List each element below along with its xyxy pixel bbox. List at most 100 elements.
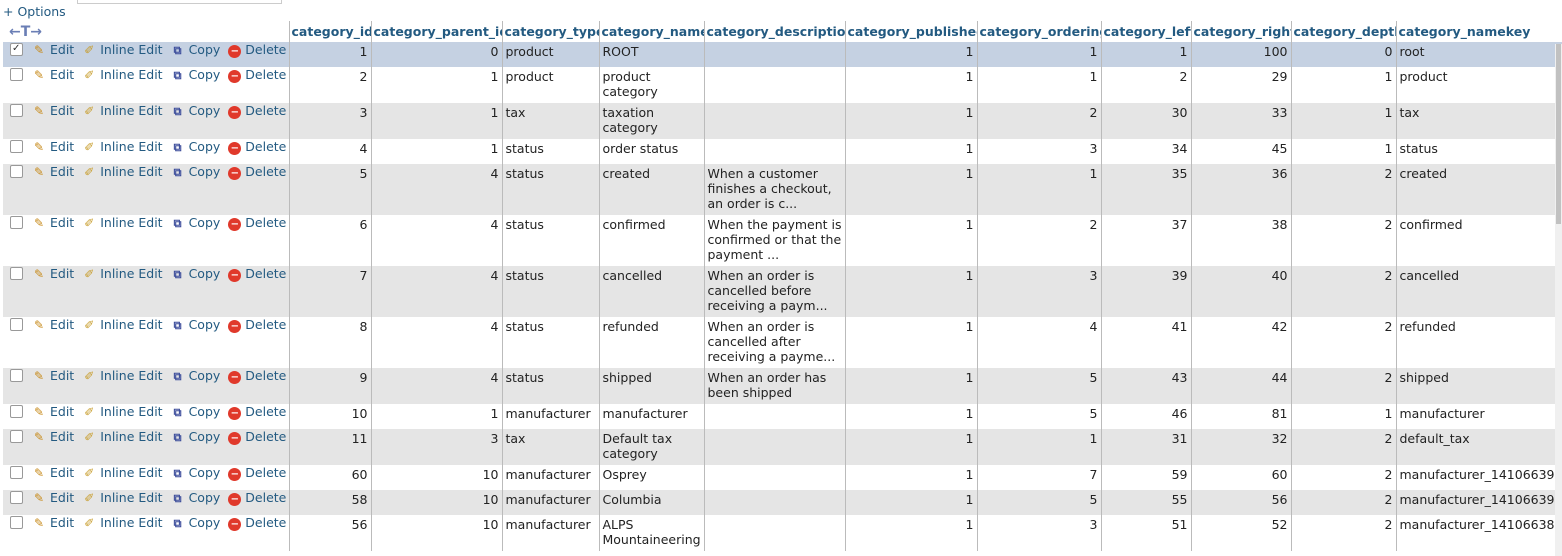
cell-category-type[interactable]: manufacturer	[501, 515, 599, 551]
cell-category-ordering[interactable]: 2	[976, 215, 1101, 266]
cell-category-left[interactable]: 59	[1100, 465, 1191, 490]
cell-category-type[interactable]: product	[501, 67, 599, 103]
cell-category-parent-id[interactable]: 3	[370, 429, 502, 465]
cell-category-id[interactable]: 4	[288, 139, 371, 164]
cell-category-id[interactable]: 3	[288, 103, 371, 139]
cell-category-description[interactable]	[703, 404, 845, 429]
copy-link[interactable]: ⧉ Copy	[171, 515, 221, 530]
cell-category-depth[interactable]: 2	[1290, 515, 1396, 551]
edit-link[interactable]: ✎ Edit	[32, 103, 74, 118]
row-checkbox[interactable]	[10, 42, 23, 56]
table-row[interactable]: ✎Edit✐Inline Edit⧉Copy−Delete10productRO…	[3, 42, 1562, 67]
cell-category-type[interactable]: status	[501, 164, 599, 215]
cell-category-ordering[interactable]: 5	[976, 490, 1101, 515]
cell-category-description[interactable]: When the payment is confirmed or that th…	[703, 215, 845, 266]
row-checkbox[interactable]	[10, 466, 23, 479]
table-row[interactable]: ✎ Edit ✐ Inline Edit ⧉ Copy − Delete 60 10 manufac…	[3, 465, 1562, 490]
cell-category-published[interactable]: 1	[844, 429, 977, 465]
cell-category-name[interactable]: created	[598, 164, 704, 215]
cell-category-ordering[interactable]: 7	[976, 465, 1101, 490]
column-header-category-id[interactable]: category_id	[288, 21, 371, 42]
row-checkbox[interactable]	[10, 267, 23, 280]
cell-category-left[interactable]: 43	[1100, 368, 1191, 404]
cell-category-namekey[interactable]: manufacturer_1410663924	[1395, 490, 1562, 515]
row-checkbox[interactable]	[10, 516, 23, 529]
scrollbar-thumb[interactable]	[1556, 44, 1561, 224]
column-header-category-name[interactable]: category_name	[598, 21, 704, 42]
edit-link[interactable]: ✎ Edit	[32, 215, 74, 230]
cell-category-id[interactable]: 1	[288, 42, 371, 67]
cell-category-ordering[interactable]: 3	[976, 266, 1101, 317]
edit-link[interactable]: ✎ Edit	[32, 429, 74, 444]
inline-edit-link[interactable]: ✐ Inline Edit	[82, 139, 162, 154]
copy-link[interactable]: ⧉ Copy	[171, 215, 221, 230]
inline-edit-link[interactable]: ✐ Inline Edit	[82, 465, 162, 480]
column-header-category-ordering[interactable]: category_ordering	[976, 21, 1101, 42]
row-checkbox[interactable]	[10, 104, 23, 117]
cell-category-namekey[interactable]: confirmed	[1395, 215, 1562, 266]
inline-edit-link[interactable]: ✐ Inline Edit	[82, 404, 162, 419]
cell-category-name[interactable]: product category	[598, 67, 704, 103]
cell-category-depth[interactable]: 2	[1290, 317, 1396, 368]
copy-link[interactable]: ⧉ Copy	[171, 317, 221, 332]
cell-category-left[interactable]: 46	[1100, 404, 1191, 429]
cell-category-published[interactable]: 1	[844, 404, 977, 429]
table-row[interactable]: ✎ Edit ✐ Inline Edit ⧉ Copy − Delete 2 1 product pr…	[3, 67, 1562, 103]
cell-category-parent-id[interactable]: 4	[370, 215, 502, 266]
delete-link[interactable]: − Delete	[228, 67, 286, 83]
edit-link[interactable]: ✎ Edit	[32, 404, 74, 419]
table-row[interactable]: ✎ Edit ✐ Inline Edit ⧉ Copy − Delete 11 3 tax Defau…	[3, 429, 1562, 465]
cell-category-description[interactable]	[703, 490, 845, 515]
cell-category-right[interactable]: 29	[1190, 67, 1291, 103]
column-header-category-depth[interactable]: category_depth	[1290, 21, 1396, 42]
cell-category-right[interactable]: 32	[1190, 429, 1291, 465]
cell-category-namekey[interactable]: default_tax	[1395, 429, 1562, 465]
column-arrows[interactable]: ←T→	[3, 21, 289, 42]
cell-category-depth[interactable]: 2	[1290, 490, 1396, 515]
cell-category-name[interactable]: shipped	[598, 368, 704, 404]
cell-category-ordering[interactable]: 1	[976, 67, 1101, 103]
cell-category-left[interactable]: 34	[1100, 139, 1191, 164]
inline-edit-link[interactable]: ✐ Inline Edit	[82, 42, 162, 57]
cell-category-name[interactable]: Default tax category	[598, 429, 704, 465]
delete-link[interactable]: − Delete	[228, 42, 286, 58]
cell-category-published[interactable]: 1	[844, 515, 977, 551]
cell-category-published[interactable]: 1	[844, 67, 977, 103]
cell-category-right[interactable]: 44	[1190, 368, 1291, 404]
cell-category-type[interactable]: manufacturer	[501, 465, 599, 490]
cell-category-id[interactable]: 9	[288, 368, 371, 404]
cell-category-parent-id[interactable]: 1	[370, 103, 502, 139]
cell-category-depth[interactable]: 0	[1290, 42, 1396, 67]
delete-link[interactable]: − Delete	[228, 368, 286, 384]
cell-category-depth[interactable]: 1	[1290, 139, 1396, 164]
cell-category-description[interactable]	[703, 429, 845, 465]
row-checkbox[interactable]	[10, 68, 23, 81]
cell-category-description[interactable]	[703, 42, 845, 67]
cell-category-id[interactable]: 2	[288, 67, 371, 103]
cell-category-description[interactable]: When a customer finishes a checkout, an …	[703, 164, 845, 215]
cell-category-namekey[interactable]: manufacturer_1410663950	[1395, 465, 1562, 490]
cell-category-depth[interactable]: 2	[1290, 368, 1396, 404]
cell-category-name[interactable]: order status	[598, 139, 704, 164]
column-header-category-type[interactable]: category_type	[501, 21, 599, 42]
cell-category-right[interactable]: 56	[1190, 490, 1291, 515]
cell-category-right[interactable]: 33	[1190, 103, 1291, 139]
cell-category-namekey[interactable]: root	[1395, 42, 1562, 67]
cell-category-right[interactable]: 81	[1190, 404, 1291, 429]
cell-category-depth[interactable]: 2	[1290, 215, 1396, 266]
table-row[interactable]: ✎ Edit ✐ Inline Edit ⧉ Copy − Delete 4 1 status ord…	[3, 139, 1562, 164]
table-row[interactable]: ✎ Edit ✐ Inline Edit ⧉ Copy − Delete 7 4 status can…	[3, 266, 1562, 317]
delete-link[interactable]: − Delete	[228, 515, 286, 531]
copy-link[interactable]: ⧉ Copy	[171, 429, 221, 444]
cell-category-namekey[interactable]: manufacturer	[1395, 404, 1562, 429]
cell-category-depth[interactable]: 2	[1290, 429, 1396, 465]
cell-category-description[interactable]: When an order is cancelled after receivi…	[703, 317, 845, 368]
row-checkbox[interactable]	[10, 430, 23, 443]
cell-category-namekey[interactable]: refunded	[1395, 317, 1562, 368]
cell-category-depth[interactable]: 2	[1290, 465, 1396, 490]
cell-category-published[interactable]: 1	[844, 317, 977, 368]
column-header-category-right[interactable]: category_right	[1190, 21, 1291, 42]
cell-category-left[interactable]: 37	[1100, 215, 1191, 266]
column-arrows-icon[interactable]: ←T→	[5, 24, 42, 40]
cell-category-parent-id[interactable]: 10	[370, 515, 502, 551]
